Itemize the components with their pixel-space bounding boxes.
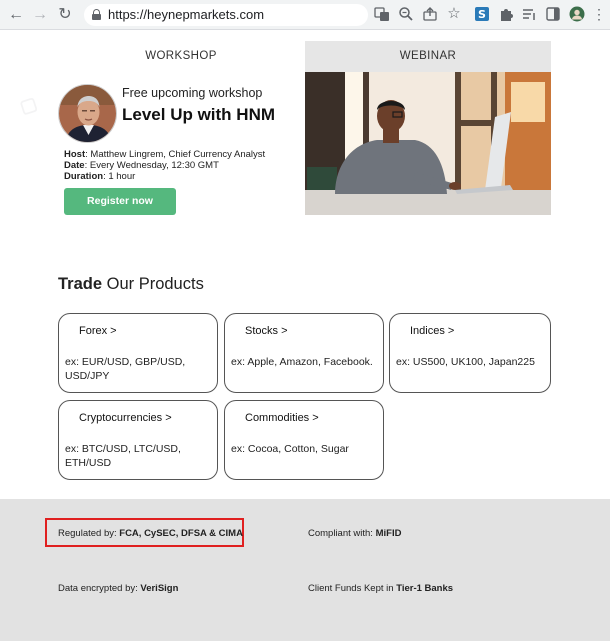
products-heading: Trade Our Products: [58, 275, 204, 294]
funds-value: Tier-1 Banks: [396, 583, 454, 594]
product-card-name: Forex >: [79, 325, 117, 337]
workshop-subtitle: Free upcoming workshop: [122, 86, 263, 100]
product-card-commodities[interactable]: Commodities > ex: Cocoa, Cotton, Sugar: [224, 400, 384, 480]
product-card-desc: ex: BTC/USD, LTC/USD, ETH/USD: [65, 443, 181, 469]
product-card-desc: ex: EUR/USD, GBP/USD, USD/JPY: [65, 356, 186, 382]
tab-workshop[interactable]: WORKSHOP: [58, 41, 304, 72]
webinar-image: [305, 72, 551, 215]
product-card-indices[interactable]: Indices > ex: US500, UK100, Japan225: [389, 313, 551, 393]
profile-avatar-icon[interactable]: [569, 6, 585, 22]
register-now-button[interactable]: Register now: [64, 188, 176, 215]
watermark: ▢: [17, 92, 40, 118]
reload-icon[interactable]: ↻: [55, 5, 75, 25]
product-card-desc: ex: US500, UK100, Japan225: [396, 356, 535, 368]
translate-icon[interactable]: [374, 6, 390, 22]
product-card-forex[interactable]: Forex > ex: EUR/USD, GBP/USD, USD/JPY: [58, 313, 218, 393]
address-bar[interactable]: https://heynepmarkets.com: [84, 4, 368, 26]
date-value: : Every Wednesday, 12:30 GMT: [84, 160, 219, 171]
compliant-value: MiFID: [375, 528, 402, 539]
svg-text:S: S: [478, 8, 486, 21]
workshop-title: Level Up with HNM: [122, 105, 276, 124]
bookmark-star-icon[interactable]: ☆: [446, 6, 462, 22]
compliant-label: Compliant with:: [308, 528, 376, 539]
product-card-name: Indices >: [410, 325, 455, 337]
regulated-by: Regulated by: FCA, CySEC, DFSA & CIMA: [58, 528, 243, 539]
funds-label: Client Funds Kept in: [308, 583, 397, 594]
compliant-with: Compliant with: MiFID: [308, 528, 401, 539]
host-avatar: [58, 84, 117, 143]
encrypted-label: Data encrypted by:: [58, 583, 141, 594]
zoom-icon[interactable]: [398, 6, 414, 22]
menu-dots-icon[interactable]: ⋮: [591, 6, 607, 22]
regulated-label: Regulated by:: [58, 528, 120, 539]
product-card-name: Commodities >: [245, 412, 319, 424]
share-icon[interactable]: [422, 6, 438, 22]
client-funds: Client Funds Kept in Tier-1 Banks: [308, 583, 453, 594]
date-label: Date: [64, 160, 85, 171]
encrypted-value: VeriSign: [140, 583, 179, 594]
data-encrypted-by: Data encrypted by: VeriSign: [58, 583, 178, 594]
product-card-name: Stocks >: [245, 325, 288, 337]
back-arrow-icon[interactable]: ←: [6, 5, 26, 25]
host-value: : Matthew Lingrem, Chief Currency Analys…: [85, 149, 266, 160]
forward-arrow-icon[interactable]: →: [30, 5, 50, 25]
side-panel-icon[interactable]: [545, 6, 561, 22]
lock-icon: [92, 9, 101, 20]
tab-webinar[interactable]: WEBINAR: [305, 41, 551, 72]
products-heading-bold: Trade: [58, 275, 103, 293]
extension-s-icon[interactable]: S: [474, 6, 490, 22]
product-card-desc: ex: Apple, Amazon, Facebook.: [231, 356, 373, 368]
host-label: Host: [64, 149, 86, 160]
duration-label: Duration: [64, 171, 104, 182]
product-card-cryptocurrencies[interactable]: Cryptocurrencies > ex: BTC/USD, LTC/USD,…: [58, 400, 218, 480]
regulated-value: FCA, CySEC, DFSA & CIMA: [119, 528, 243, 539]
extensions-puzzle-icon[interactable]: [498, 6, 514, 22]
product-card-stocks[interactable]: Stocks > ex: Apple, Amazon, Facebook.: [224, 313, 384, 393]
product-card-desc: ex: Cocoa, Cotton, Sugar: [231, 443, 349, 455]
url-text: https://heynepmarkets.com: [108, 7, 265, 22]
duration-value: : 1 hour: [103, 171, 136, 182]
reading-list-icon[interactable]: [521, 6, 537, 22]
workshop-details: Host: Matthew Lingrem, Chief Currency An…: [64, 149, 265, 182]
product-card-name: Cryptocurrencies >: [79, 412, 172, 424]
browser-toolbar: ← → ↻ https://heynepmarkets.com ☆ S ⋮: [0, 0, 610, 30]
products-heading-rest: Our Products: [102, 275, 204, 293]
